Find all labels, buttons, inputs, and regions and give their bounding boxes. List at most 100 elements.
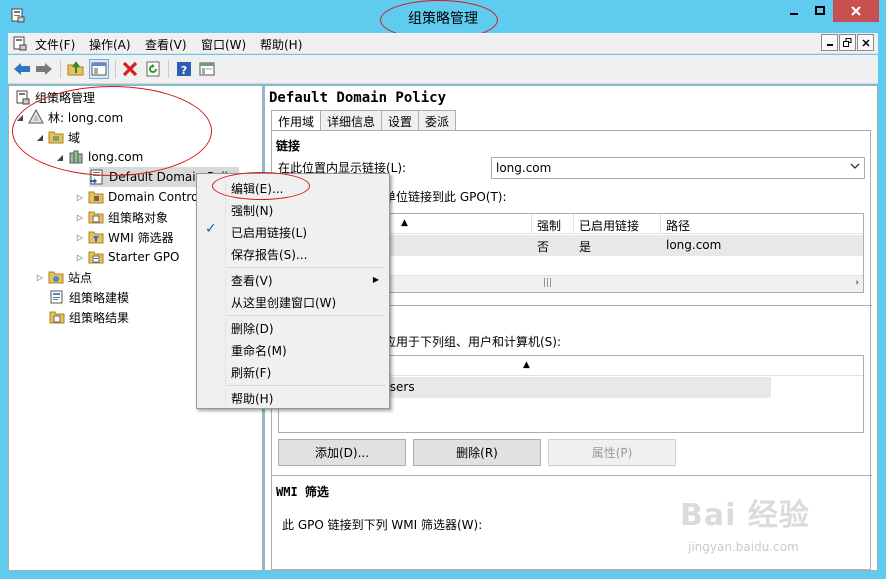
help-button[interactable]: ?: [174, 59, 194, 79]
tab-strip: 作用域 详细信息 设置 委派: [271, 110, 457, 131]
forward-button[interactable]: [34, 59, 54, 79]
checkmark-icon: ✓: [205, 221, 217, 237]
tree-sites-label: 站点: [68, 270, 93, 285]
menu-item-refresh[interactable]: 刷新(F): [231, 364, 271, 381]
cell-path: long.com: [666, 238, 722, 252]
menu-separator: [227, 315, 385, 316]
menu-file[interactable]: 文件(F): [35, 36, 75, 53]
tab-scope[interactable]: 作用域: [271, 110, 322, 131]
menu-item-rename[interactable]: 重命名(M): [231, 342, 287, 359]
expand-arrow-icon[interactable]: ▷: [75, 193, 85, 202]
gpo-folder-icon: [88, 211, 104, 224]
wmi-section-header: WMI 筛选: [276, 485, 329, 499]
menu-item-enforce[interactable]: 强制(N): [231, 202, 273, 219]
tree-results[interactable]: 组策略结果: [49, 307, 129, 327]
column-path[interactable]: 路径: [666, 217, 690, 234]
toolbar-separator: [115, 60, 116, 78]
menu-help[interactable]: 帮助(H): [260, 36, 302, 53]
tree-modeling[interactable]: 组策略建模: [49, 287, 129, 307]
tree-item-label: Starter GPO: [108, 250, 180, 264]
mdi-controls: [821, 34, 874, 51]
annotation-circle-edit: [212, 172, 310, 200]
console-button[interactable]: [197, 59, 217, 79]
svg-text:?: ?: [181, 64, 187, 77]
close-button[interactable]: [833, 0, 879, 22]
expand-arrow-icon[interactable]: ▷: [75, 253, 85, 262]
console-menu-icon[interactable]: [12, 35, 28, 51]
up-level-button[interactable]: [66, 59, 86, 79]
tab-details[interactable]: 详细信息: [320, 110, 383, 130]
expand-arrow-icon[interactable]: ▷: [35, 273, 45, 282]
back-arrow-icon: [14, 63, 30, 75]
toolbar-separator: [168, 60, 169, 78]
toolbar: ?: [8, 55, 878, 84]
remove-button[interactable]: 删除(R): [413, 439, 541, 466]
show-hide-tree-button[interactable]: [89, 59, 109, 79]
properties-button[interactable]: 属性(P): [548, 439, 676, 466]
menu-item-view[interactable]: 查看(V): [231, 272, 273, 289]
toolbar-separator: [60, 60, 61, 78]
minimize-button[interactable]: [781, 0, 807, 22]
expand-arrow-icon[interactable]: ▷: [75, 213, 85, 222]
tree-sites[interactable]: ▷ 站点: [35, 267, 92, 287]
ou-folder-icon: [88, 191, 104, 204]
menu-separator: [227, 385, 385, 386]
menu-item-save-report[interactable]: 保存报告(S)...: [231, 246, 307, 263]
tab-delegation[interactable]: 委派: [418, 110, 457, 130]
refresh-icon: [146, 61, 160, 77]
menu-action[interactable]: 操作(A): [89, 36, 131, 53]
mdi-close-button[interactable]: [857, 34, 874, 51]
refresh-button[interactable]: [143, 59, 163, 79]
tree-item-gpo-objects[interactable]: ▷ 组策略对象: [75, 207, 168, 227]
menu-window[interactable]: 窗口(W): [201, 36, 246, 53]
delete-button[interactable]: [120, 59, 140, 79]
links-section-header: 链接: [276, 139, 301, 153]
show-links-value: long.com: [496, 161, 552, 175]
section-divider: [272, 475, 872, 476]
mdi-minimize-button[interactable]: [821, 34, 838, 51]
gpmc-window: 组策略管理 文件(F) 操作(A) 查看(V) 窗口(W) 帮助(H) ? 组策…: [0, 0, 886, 579]
close-icon: [851, 6, 861, 16]
maximize-button[interactable]: [807, 0, 833, 22]
menu-item-help[interactable]: 帮助(H): [231, 390, 273, 407]
tree-results-label: 组策略结果: [69, 310, 130, 325]
tree-item-label: Domain Contro: [108, 190, 199, 204]
linked-to-label: 单位链接到此 GPO(T):: [384, 190, 507, 204]
help-icon: ?: [177, 62, 191, 77]
delete-icon: [122, 61, 138, 77]
forward-arrow-icon: [36, 63, 52, 75]
sort-ascending-icon: ▲: [523, 360, 530, 370]
starter-gpo-folder-icon: [88, 251, 104, 264]
column-separator: [660, 214, 661, 234]
title-bar[interactable]: 组策略管理: [0, 0, 886, 40]
up-folder-icon: [67, 61, 84, 76]
tree-item-domain-controllers[interactable]: ▷ Domain Contro: [75, 187, 199, 207]
sort-ascending-icon: ▲: [401, 218, 408, 228]
back-button[interactable]: [12, 59, 32, 79]
console-icon: [199, 62, 215, 76]
tree-item-label: 组策略对象: [108, 210, 169, 225]
tab-settings[interactable]: 设置: [381, 110, 420, 130]
expand-arrow-icon[interactable]: ▷: [75, 233, 85, 242]
annotation-circle-tree: [12, 86, 212, 176]
scroll-right-icon[interactable]: ›: [855, 278, 859, 288]
gpo-title: Default Domain Policy: [269, 90, 447, 106]
menu-item-new-window[interactable]: 从这里创建窗口(W): [231, 294, 336, 311]
gpmc-root-icon: [16, 90, 30, 105]
menu-view[interactable]: 查看(V): [145, 36, 187, 53]
column-enforced[interactable]: 强制: [537, 217, 561, 234]
menu-separator: [227, 267, 385, 268]
column-link-enabled[interactable]: 已启用链接: [579, 217, 639, 234]
show-links-dropdown[interactable]: long.com: [491, 157, 865, 179]
chevron-down-icon: [850, 161, 860, 172]
tree-item-wmi-filters[interactable]: ▷ WMI 筛选器: [75, 227, 174, 247]
wmi-filter-label: 此 GPO 链接到下列 WMI 筛选器(W):: [282, 518, 483, 532]
menu-item-link-enabled[interactable]: 已启用链接(L): [231, 224, 307, 241]
menu-item-delete[interactable]: 删除(D): [231, 320, 274, 337]
tree-item-starter-gpo[interactable]: ▷ Starter GPO: [75, 247, 180, 267]
mdi-restore-button[interactable]: [839, 34, 856, 51]
add-button[interactable]: 添加(D)...: [278, 439, 406, 466]
tree-modeling-label: 组策略建模: [69, 290, 130, 305]
column-separator: [573, 214, 574, 234]
minimize-icon: [790, 13, 798, 15]
